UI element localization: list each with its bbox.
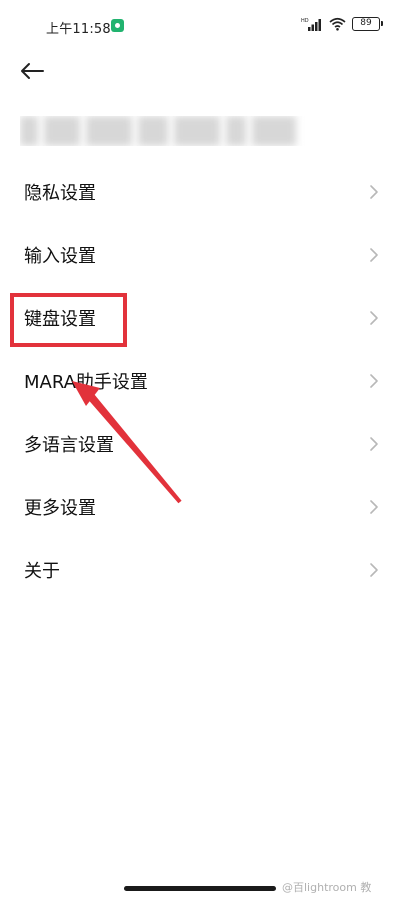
chevron-right-icon [370,373,378,388]
back-arrow-icon [21,63,44,79]
menu-item-keyboard[interactable]: 键盘设置 [0,286,404,349]
chevron-right-icon [370,310,378,325]
menu-item-label: 键盘设置 [24,308,96,330]
chevron-right-icon [370,184,378,199]
settings-list: 隐私设置 输入设置 键盘设置 MARA助手设置 多语言设置 更多设置 关于 [0,160,404,601]
home-indicator[interactable] [124,886,276,891]
status-bar: 上午11:58 HD 89 [0,0,404,52]
battery-icon: 89 [352,17,383,31]
menu-item-label: MARA助手设置 [24,371,148,393]
menu-item-input[interactable]: 输入设置 [0,223,404,286]
chevron-right-icon [370,247,378,262]
menu-item-label: 输入设置 [24,245,96,267]
menu-item-label: 关于 [24,560,60,582]
redacted-text-row [20,116,310,146]
menu-item-label: 多语言设置 [24,434,114,456]
network-label: HD [301,18,309,24]
back-button[interactable] [20,58,50,84]
chevron-right-icon [370,436,378,451]
chevron-right-icon [370,499,378,514]
menu-item-privacy[interactable]: 隐私设置 [0,160,404,223]
menu-item-assistant[interactable]: MARA助手设置 [0,349,404,412]
menu-item-about[interactable]: 关于 [0,538,404,601]
signal-icon: HD [301,18,321,31]
chevron-right-icon [370,562,378,577]
wifi-icon [329,17,346,31]
menu-item-label: 更多设置 [24,497,96,519]
status-indicators: HD 89 [301,16,383,32]
menu-item-more[interactable]: 更多设置 [0,475,404,538]
app-notification-icon [111,19,124,32]
menu-item-label: 隐私设置 [24,182,96,204]
menu-item-languages[interactable]: 多语言设置 [0,412,404,475]
status-time: 上午11:58 [46,22,111,37]
battery-level: 89 [360,18,372,28]
watermark: @百lightroom 教 [282,881,372,894]
